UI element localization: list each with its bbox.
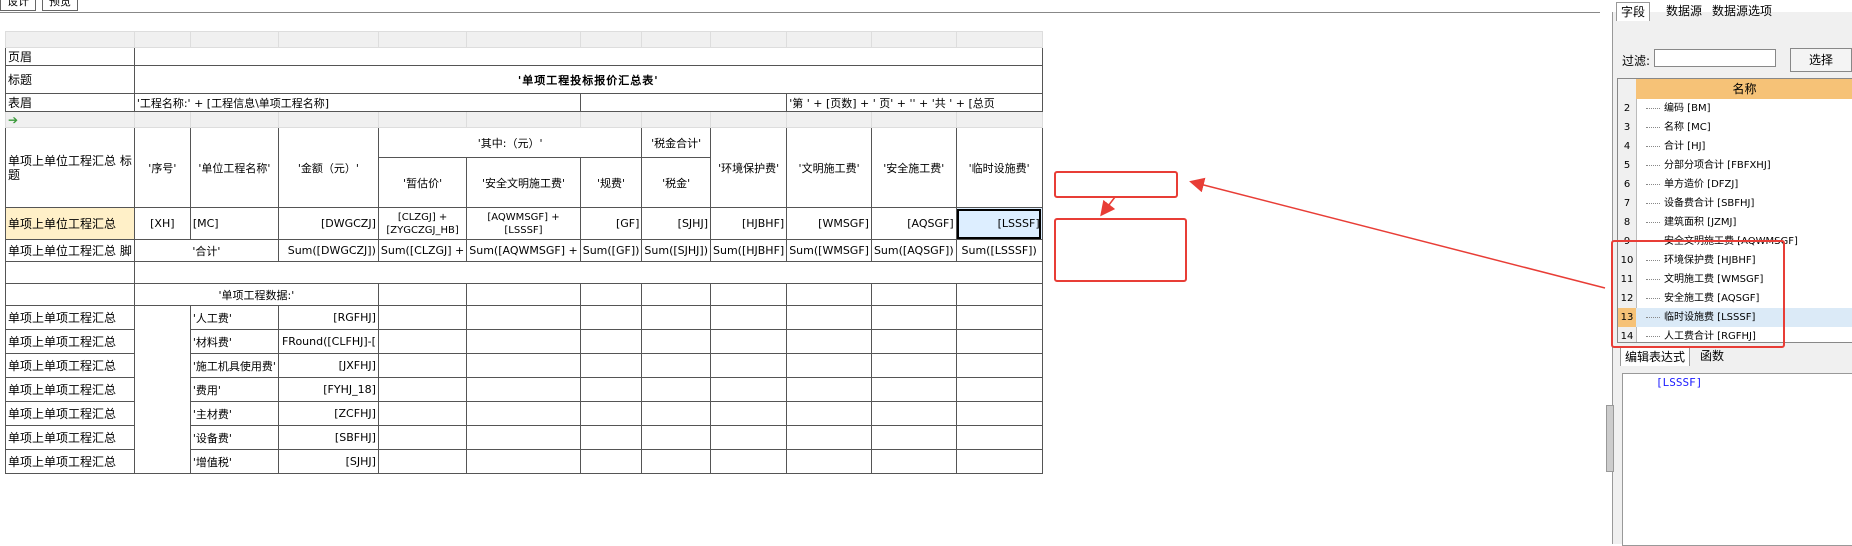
item-expr[interactable]: [RGFHJ]	[277, 305, 379, 330]
item-expr[interactable]: [ZCFHJ]	[277, 401, 379, 426]
item-label[interactable]: 单项上单项工程汇总	[5, 377, 135, 402]
footer-env[interactable]: Sum([HJBHF]	[709, 239, 788, 262]
item-name[interactable]: '人工费'	[189, 305, 279, 330]
header-of-which[interactable]: '其中:（元）'	[377, 127, 643, 158]
item-label[interactable]: 单项上单项工程汇总	[5, 401, 135, 426]
item-label[interactable]: 单项上单项工程汇总	[5, 425, 135, 450]
select-button[interactable]: 选择	[1790, 48, 1852, 72]
item-label[interactable]: 单项上单项工程汇总	[5, 353, 135, 378]
field-list-header: 名称	[1636, 79, 1852, 99]
band-label-column-header[interactable]: 单项上单位工程汇总 标题	[5, 127, 135, 208]
body-name[interactable]: [MC]	[189, 207, 279, 240]
item-expr[interactable]: FRound([CLFHJ]-[	[277, 329, 379, 354]
item-expr[interactable]: [JXFHJ]	[277, 353, 379, 378]
expression-editor[interactable]: [LSSSF]	[1622, 373, 1852, 546]
band-label-header[interactable]: 页眉	[5, 47, 135, 66]
list-item[interactable]: 4 合计 [HJ]	[1618, 137, 1852, 156]
band-label-title[interactable]: 标题	[5, 65, 135, 94]
item-label[interactable]: 单项上单项工程汇总	[5, 329, 135, 354]
item-name[interactable]: '材料费'	[189, 329, 279, 354]
item-name[interactable]: '施工机具使用费'	[189, 353, 279, 378]
item-name[interactable]: '费用'	[189, 377, 279, 402]
arrow-icon: ➔	[5, 111, 135, 128]
body-tax[interactable]: [SJHJ]	[641, 207, 711, 240]
body-fee[interactable]: [GF]	[579, 207, 643, 240]
selected-column-header[interactable]	[955, 111, 1043, 128]
body-safe-civil[interactable]: [AQWMSGF] + [LSSSF]	[466, 207, 581, 240]
splitter-handle[interactable]	[1606, 405, 1614, 472]
header-civil-fee[interactable]: '文明施工费'	[786, 127, 872, 208]
tab-functions[interactable]: 函数	[1696, 347, 1728, 365]
tab-datasource[interactable]: 数据源	[1662, 2, 1706, 20]
list-item[interactable]: 6 单方造价 [DFZJ]	[1618, 175, 1852, 194]
footer-provisional[interactable]: Sum([CLZGJ] +	[377, 239, 468, 262]
header-tax[interactable]: '税金'	[641, 157, 711, 208]
list-item[interactable]: 2 编码 [BM]	[1618, 99, 1852, 118]
body-env[interactable]: [HJBHF]	[709, 207, 788, 240]
body-temp-facility-active-cell[interactable]: [LSSSF]	[955, 207, 1043, 240]
blank-cell[interactable]	[579, 93, 788, 112]
tab-design[interactable]: 设计	[0, 0, 36, 11]
report-title-cell[interactable]: '单项工程投标报价汇总表'	[133, 65, 1043, 94]
filter-label: 过滤:	[1622, 54, 1651, 68]
tab-preview[interactable]: 预览	[42, 0, 78, 11]
list-item[interactable]: 3 名称 [MC]	[1618, 118, 1852, 137]
footer-total[interactable]: '合计'	[133, 239, 279, 262]
report-band-grid: 页眉 标题 '单项工程投标报价汇总表' 表眉 '工程名称:' + [工程信息\单…	[5, 31, 1043, 474]
footer-civil[interactable]: Sum([WMSGF]	[786, 239, 872, 262]
item-name[interactable]: '增值税'	[189, 449, 279, 474]
footer-safe-civil[interactable]: Sum([AQWMSGF] +	[466, 239, 581, 262]
header-provisional[interactable]: '暂估价'	[377, 157, 468, 208]
expression-text: [LSSSF]	[1656, 376, 1703, 389]
page-header-cell[interactable]	[133, 47, 1043, 66]
list-item[interactable]: 5 分部分项合计 [FBFXHJ]	[1618, 156, 1852, 175]
item-name[interactable]: '设备费'	[189, 425, 279, 450]
header-temp-facility-fee[interactable]: '临时设施费'	[955, 127, 1043, 208]
body-safety[interactable]: [AQSGF]	[870, 207, 957, 240]
header-seq[interactable]: '序号'	[133, 127, 191, 208]
page-number-cell[interactable]: '第 ' + [页数] + ' 页' + '' + '共 ' + [总页	[786, 93, 1043, 112]
footer-fee[interactable]: Sum([GF])	[579, 239, 643, 262]
spacer-label[interactable]	[5, 261, 135, 284]
tab-edit-expression[interactable]: 编辑表达式	[1620, 347, 1691, 366]
band-label-table-header[interactable]: 表眉	[5, 93, 135, 112]
header-safety-fee[interactable]: '安全施工费'	[870, 127, 957, 208]
item-name[interactable]: '主材费'	[189, 401, 279, 426]
body-amount[interactable]: [DWGCZJ]	[277, 207, 379, 240]
footer-temp-facility[interactable]: Sum([LSSSF])	[955, 239, 1043, 262]
item-label[interactable]: 单项上单项工程汇总	[5, 305, 135, 330]
band-label-body[interactable]: 单项上单位工程汇总	[5, 207, 135, 240]
project-name-cell[interactable]: '工程名称:' + [工程信息\单项工程名称]	[133, 93, 581, 112]
list-item[interactable]: 7 设备费合计 [SBFHJ]	[1618, 194, 1852, 213]
data-title-cell[interactable]: '单项工程数据:'	[133, 283, 379, 306]
body-seq[interactable]: [XH]	[133, 207, 191, 240]
header-tax-total[interactable]: '税金合计'	[641, 127, 711, 158]
tab-datasource-options[interactable]: 数据源选项	[1708, 2, 1776, 20]
header-unit-name[interactable]: '单位工程名称'	[189, 127, 279, 208]
filter-input[interactable]	[1654, 49, 1776, 67]
item-expr[interactable]: [SJHJ]	[277, 449, 379, 474]
header-env-fee[interactable]: '环境保护费'	[709, 127, 788, 208]
annotation-arrows	[1100, 177, 1606, 289]
spacer-cell[interactable]	[133, 261, 1043, 284]
body-civil[interactable]: [WMSGF]	[786, 207, 872, 240]
list-item[interactable]: 8 建筑面积 [JZMJ]	[1618, 213, 1852, 232]
header-safe-civil[interactable]: '安全文明施工费'	[466, 157, 581, 208]
item-expr[interactable]: [SBFHJ]	[277, 425, 379, 450]
header-fee[interactable]: '规费'	[579, 157, 643, 208]
col-header	[5, 31, 135, 48]
item-label[interactable]: 单项上单项工程汇总	[5, 449, 135, 474]
footer-safety[interactable]: Sum([AQSGF])	[870, 239, 957, 262]
footer-amount[interactable]: Sum([DWGCZJ])	[277, 239, 379, 262]
item-expr[interactable]: [FYHJ_18]	[277, 377, 379, 402]
data-title-label[interactable]	[5, 283, 135, 306]
annotation-box	[1611, 240, 1785, 348]
footer-tax[interactable]: Sum([SJHJ])	[641, 239, 711, 262]
body-provisional[interactable]: [CLZGJ] + [ZYGCZGJ_HB]	[377, 207, 468, 240]
header-amount[interactable]: '金额（元）'	[277, 127, 379, 208]
band-label-footer[interactable]: 单项上单位工程汇总 脚	[5, 239, 135, 262]
tab-fields[interactable]: 字段	[1616, 2, 1651, 21]
